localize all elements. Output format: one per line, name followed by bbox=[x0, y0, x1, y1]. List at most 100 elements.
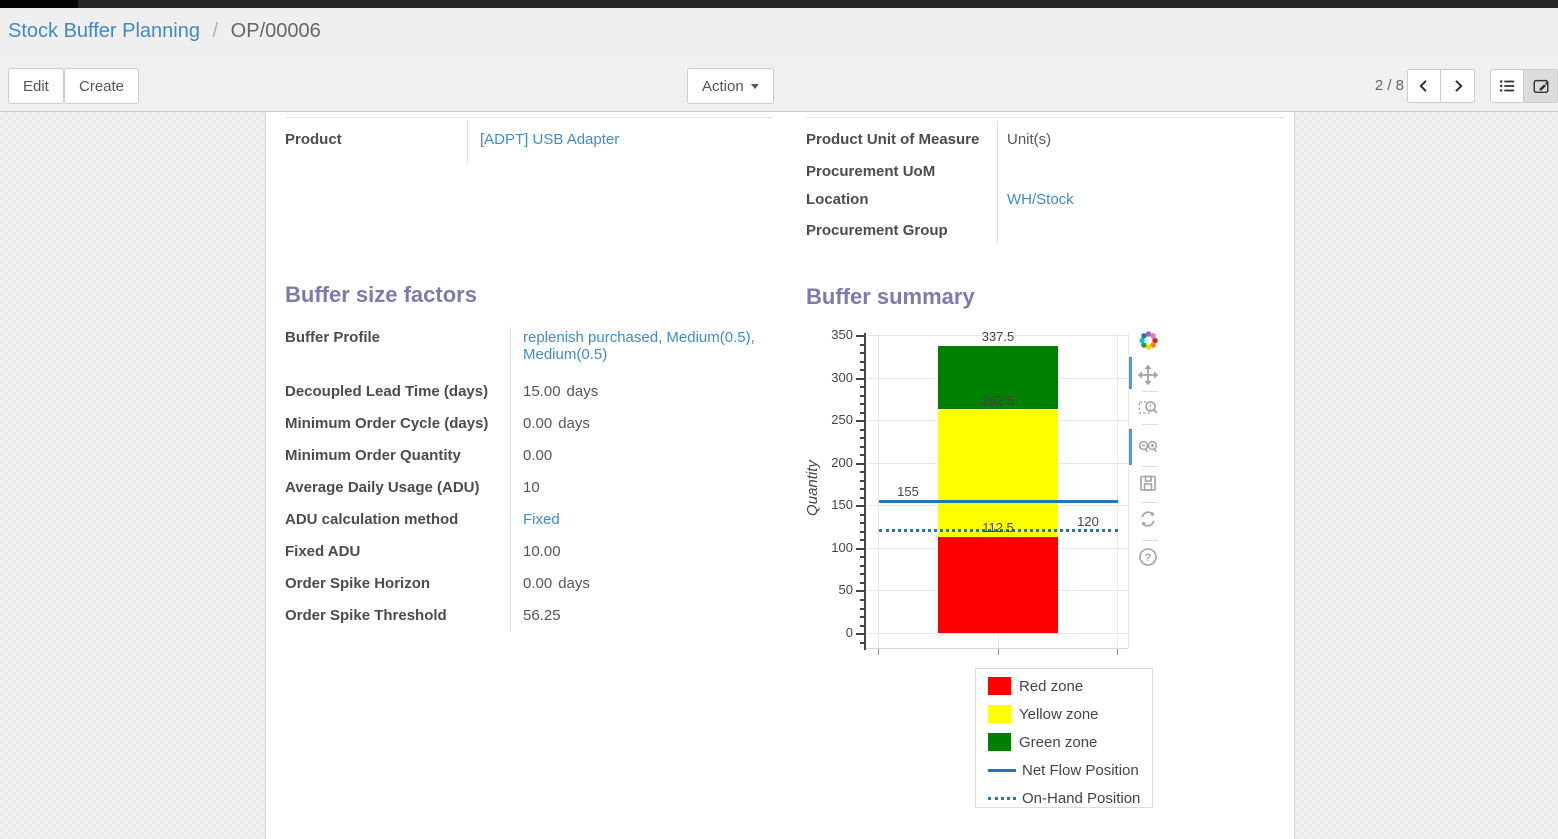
field-value-decoupled-lead-time-days-: 15.00days bbox=[523, 383, 773, 400]
legend-item-yellow-zone[interactable]: Yellow zone bbox=[988, 703, 1099, 725]
y-minor-tick bbox=[860, 582, 864, 584]
y-minor-tick bbox=[860, 386, 864, 388]
bar-segment-yellow-zone[interactable] bbox=[938, 410, 1058, 538]
y-tick-label: 350 bbox=[813, 327, 853, 342]
line-net-flow-position[interactable] bbox=[879, 500, 1118, 503]
field-value-buffer-profile[interactable]: replenish purchased, Medium(0.5), Medium… bbox=[523, 329, 773, 363]
form-view-button[interactable] bbox=[1524, 69, 1558, 103]
field-label: Average Daily Usage (ADU) bbox=[285, 479, 480, 496]
modebar-active-indicator bbox=[1129, 429, 1132, 465]
caret-down-icon bbox=[751, 84, 759, 89]
legend-item-net-flow-position[interactable]: Net Flow Position bbox=[988, 759, 1139, 781]
x-tick bbox=[1117, 649, 1118, 655]
x-tick bbox=[998, 649, 999, 655]
y-minor-tick bbox=[860, 599, 864, 601]
zoom-in-out-icon bbox=[1138, 437, 1158, 462]
field-link[interactable]: Fixed bbox=[523, 511, 560, 528]
field-label: Minimum Order Quantity bbox=[285, 447, 461, 464]
field-value-location[interactable]: WH/Stock bbox=[1007, 191, 1277, 208]
field-text: Unit(s) bbox=[1007, 131, 1051, 148]
reset-axes-icon bbox=[1138, 509, 1158, 534]
form-view-icon bbox=[1532, 77, 1550, 95]
y-tick-label: 0 bbox=[813, 625, 853, 640]
y-tick-label: 200 bbox=[813, 455, 853, 470]
y-minor-tick bbox=[860, 429, 864, 431]
list-view-button[interactable] bbox=[1490, 69, 1524, 103]
field-separator bbox=[997, 121, 998, 243]
field-unit: days bbox=[558, 415, 590, 432]
y-minor-tick bbox=[860, 369, 864, 371]
field-label: Fixed ADU bbox=[285, 543, 360, 560]
next-record-button[interactable] bbox=[1441, 69, 1475, 103]
field-text: 56.25 bbox=[523, 607, 561, 624]
reset-axes-button[interactable] bbox=[1137, 510, 1159, 532]
field-value-adu-calculation-method[interactable]: Fixed bbox=[523, 511, 773, 528]
legend-item-green-zone[interactable]: Green zone bbox=[988, 731, 1097, 753]
modebar-separator bbox=[1142, 391, 1158, 392]
y-major-tick bbox=[856, 420, 864, 422]
y-major-tick bbox=[856, 378, 864, 380]
field-link[interactable]: replenish purchased, Medium(0.5), Medium… bbox=[523, 329, 755, 363]
field-label: Procurement Group bbox=[806, 222, 948, 239]
edit-button[interactable]: Edit bbox=[8, 68, 64, 104]
y-minor-tick bbox=[860, 565, 864, 567]
pan-button[interactable] bbox=[1137, 366, 1159, 388]
field-text: 10 bbox=[523, 479, 540, 496]
field-text: 10.00 bbox=[523, 543, 561, 560]
section-title-buffer-size-factors: Buffer size factors bbox=[285, 282, 477, 308]
y-minor-tick bbox=[860, 395, 864, 397]
field-separator bbox=[467, 121, 468, 163]
save-button[interactable] bbox=[1137, 474, 1159, 496]
create-button[interactable]: Create bbox=[64, 68, 139, 104]
section-title-buffer-summary: Buffer summary bbox=[806, 284, 975, 310]
field-link[interactable]: [ADPT] USB Adapter bbox=[480, 131, 619, 148]
modebar-active-indicator bbox=[1129, 357, 1132, 389]
field-value-order-spike-threshold: 56.25 bbox=[523, 607, 773, 624]
field-value-product[interactable]: [ADPT] USB Adapter bbox=[480, 131, 770, 148]
field-value-order-spike-horizon: 0.00days bbox=[523, 575, 773, 592]
y-minor-tick bbox=[860, 608, 864, 610]
chart-annotation: 262.5 bbox=[953, 393, 1043, 408]
field-label: Buffer Profile bbox=[285, 329, 380, 346]
box-zoom-button[interactable] bbox=[1137, 398, 1159, 420]
y-minor-tick bbox=[860, 531, 864, 533]
breadcrumb-parent-link[interactable]: Stock Buffer Planning bbox=[8, 20, 200, 42]
action-dropdown-button[interactable]: Action bbox=[687, 68, 774, 104]
y-minor-tick bbox=[860, 352, 864, 354]
chart-annotation: 155 bbox=[863, 484, 953, 499]
y-major-tick bbox=[856, 463, 864, 465]
help-button[interactable]: ? bbox=[1137, 548, 1159, 570]
zoom-in-out-button[interactable] bbox=[1137, 438, 1159, 460]
next-icon bbox=[1450, 78, 1466, 94]
field-text: 0.00 bbox=[523, 447, 552, 464]
group-border bbox=[285, 117, 773, 118]
previous-record-button[interactable] bbox=[1407, 69, 1441, 103]
legend-swatch-ffff00 bbox=[988, 705, 1011, 723]
legend-item-red-zone[interactable]: Red zone bbox=[988, 675, 1083, 697]
chart-annotation: 337.5 bbox=[953, 329, 1043, 344]
legend-label: Yellow zone bbox=[1019, 706, 1099, 723]
plotly-logo-button bbox=[1137, 332, 1159, 354]
legend-label: On-Hand Position bbox=[1022, 790, 1140, 807]
breadcrumb-current: OP/00006 bbox=[231, 20, 321, 42]
y-minor-tick bbox=[860, 344, 864, 346]
y-minor-tick bbox=[860, 361, 864, 363]
field-label: ADU calculation method bbox=[285, 511, 458, 528]
field-label: Decoupled Lead Time (days) bbox=[285, 383, 488, 400]
y-minor-tick bbox=[860, 471, 864, 473]
legend-item-on-hand-position[interactable]: On-Hand Position bbox=[988, 787, 1140, 809]
field-separator bbox=[510, 327, 511, 632]
x-axis-line bbox=[866, 648, 1128, 649]
bar-segment-red-zone[interactable] bbox=[938, 537, 1058, 633]
field-value-average-daily-usage-adu-: 10 bbox=[523, 479, 773, 496]
field-link[interactable]: WH/Stock bbox=[1007, 191, 1074, 208]
group-border bbox=[806, 117, 1285, 118]
y-minor-tick bbox=[860, 514, 864, 516]
y-minor-tick bbox=[860, 556, 864, 558]
legend-swatch-008000 bbox=[988, 733, 1011, 751]
view-switcher bbox=[1490, 69, 1558, 103]
field-unit: days bbox=[567, 383, 599, 400]
field-label: Minimum Order Cycle (days) bbox=[285, 415, 488, 432]
y-minor-tick bbox=[860, 403, 864, 405]
top-navbar bbox=[0, 0, 1558, 8]
